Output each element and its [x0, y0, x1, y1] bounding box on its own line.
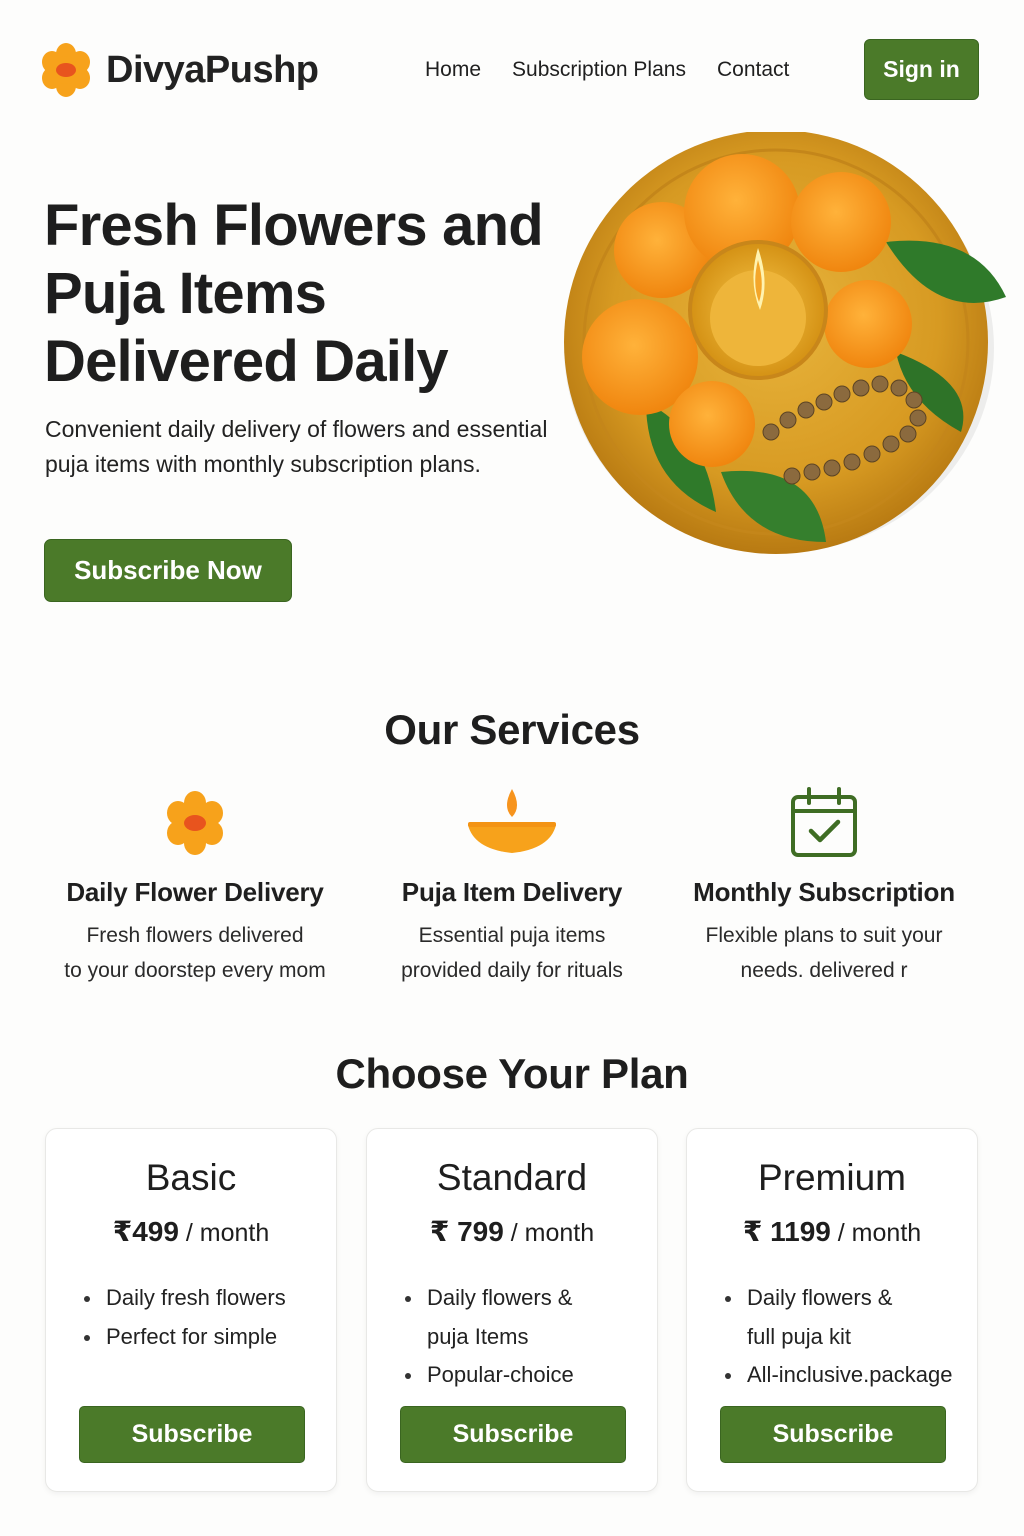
plan-name: Standard [436, 1157, 588, 1198]
plan-feature: Daily fresh flowers [84, 1279, 326, 1318]
service-title: Monthly Subscription [693, 877, 955, 907]
services-title: Our Services [384, 706, 640, 753]
plan-feature: Daily flowers & puja Items [405, 1279, 647, 1356]
service-description: Fresh flowers delivered to your doorstep… [64, 924, 326, 982]
price-amount: ₹ 1199 [742, 1216, 831, 1247]
price-period: / month [503, 1219, 595, 1247]
main-nav: Home Subscription Plans Contact [425, 58, 820, 82]
service-title: Puja Item Delivery [401, 877, 623, 907]
site-header: DivyaPushp Home Subscription Plans Conta… [0, 0, 1024, 140]
service-description: Flexible plans to suit your needs. deliv… [705, 924, 943, 982]
plan-feature: All-inclusive.package [725, 1356, 967, 1395]
plan-card-premium: Premium ₹ 1199 / month Daily flowers & f… [686, 1128, 978, 1492]
plan-feature: Popular-choice [405, 1356, 647, 1395]
plans-title: Choose Your Plan [335, 1050, 689, 1097]
plan-name: Premium [757, 1157, 907, 1198]
marigold-flower-icon [42, 43, 90, 97]
service-daily-flower: Daily Flower Delivery Fresh flowers deli… [45, 785, 345, 988]
nav-subscription-plans[interactable]: Subscription Plans [512, 58, 686, 82]
service-puja-item: Puja Item Delivery Essential puja items … [362, 785, 662, 988]
plan-features: Daily flowers & puja Items Popular-choic… [405, 1279, 647, 1395]
plan-features: Daily fresh flowers Perfect for simple [84, 1279, 326, 1357]
plan-name: Basic [145, 1157, 237, 1198]
price-amount: ₹499 [112, 1216, 179, 1247]
plan-price: ₹ 1199 / month [687, 1215, 977, 1248]
subscribe-standard-button[interactable]: Subscribe [400, 1406, 626, 1463]
plan-feature: Daily flowers & full puja kit [725, 1279, 967, 1356]
diya-lamp-icon [468, 789, 556, 853]
brand-name: DivyaPushp [106, 48, 319, 91]
plan-card-basic: Basic ₹499 / month Daily fresh flowers P… [45, 1128, 337, 1492]
plan-feature: Perfect for simple [84, 1318, 326, 1357]
calendar-check-icon [791, 787, 857, 857]
brand-logo[interactable]: DivyaPushp [40, 42, 319, 98]
subscribe-basic-button[interactable]: Subscribe [79, 1406, 305, 1463]
service-description: Essential puja items provided daily for … [401, 924, 623, 982]
service-title: Daily Flower Delivery [66, 877, 324, 907]
nav-contact[interactable]: Contact [717, 58, 789, 82]
service-monthly-subscription: Monthly Subscription Flexible plans to s… [674, 785, 974, 988]
sign-in-button[interactable]: Sign in [864, 39, 979, 100]
plan-features: Daily flowers & full puja kit All-inclus… [725, 1279, 967, 1395]
price-period: / month [830, 1219, 922, 1247]
plan-price: ₹499 / month [46, 1215, 336, 1248]
puja-thali-image [564, 132, 1006, 554]
subscribe-now-button[interactable]: Subscribe Now [44, 539, 292, 602]
plan-price: ₹ 799 / month [367, 1215, 657, 1248]
flower-icon [167, 791, 223, 855]
hero-title: Fresh Flowers and Puja Items Delivered D… [44, 193, 544, 394]
hero-subtitle: Convenient daily delivery of flowers and… [45, 416, 548, 477]
subscribe-premium-button[interactable]: Subscribe [720, 1406, 946, 1463]
price-amount: ₹ 799 [429, 1216, 504, 1247]
price-period: / month [178, 1219, 270, 1247]
plan-card-standard: Standard ₹ 799 / month Daily flowers & p… [366, 1128, 658, 1492]
nav-home[interactable]: Home [425, 58, 481, 82]
